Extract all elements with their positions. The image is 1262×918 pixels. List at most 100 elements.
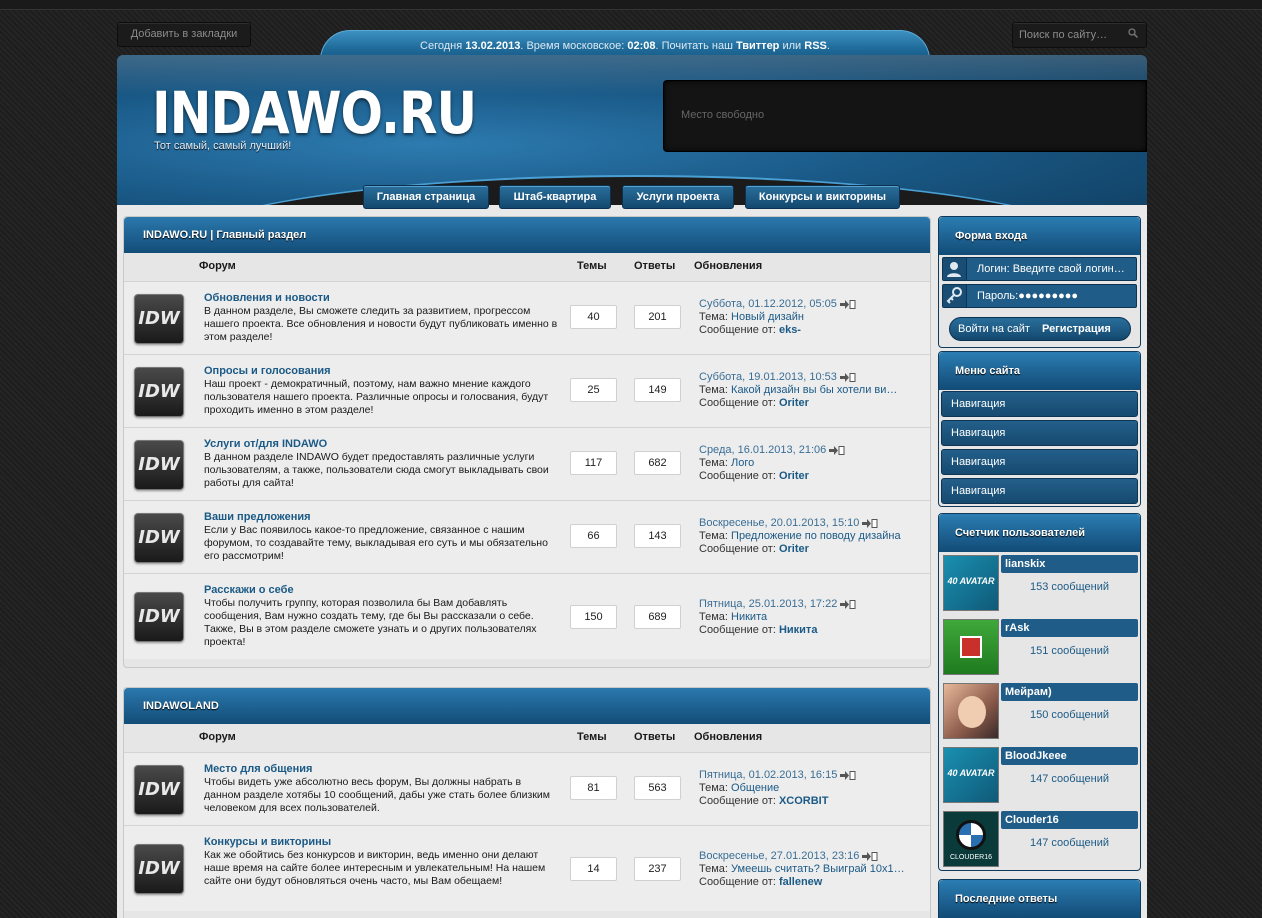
nav-headquarters[interactable]: Штаб-квартира [499,185,611,209]
user-posts: 150 сообщений [1030,709,1109,721]
forum-title[interactable]: Обновления и новости [204,292,330,304]
theme-link[interactable]: Умеешь считать? Выиграй 10х1… [731,863,905,875]
main-nav: Главная страница Штаб-квартира Услуги пр… [117,180,1147,210]
update-date: Воскресенье, 27.01.2013, 23:16 [699,850,860,862]
col-updates: Обновления [694,731,763,743]
nav-contests[interactable]: Конкурсы и викторины [745,185,900,209]
forum-row: IDW Ваши предложения Если у Вас появилос… [124,500,930,573]
password-value: ●●●●●●●●● [1018,290,1079,302]
forum-row: IDW Место для общения Чтобы видеть уже а… [124,752,930,825]
theme-link[interactable]: Какой дизайн вы бы хотели ви… [731,384,897,396]
bookmark-button[interactable]: Добавить в закладки [117,22,251,47]
user-icon [943,258,967,280]
forum-icon[interactable]: IDW [134,294,184,344]
forum-row: IDW Обновления и новости В данном раздел… [124,281,930,354]
section-title[interactable]: INDAWOLAND [124,688,930,724]
login-text: Логин: Введите свой логин… [977,263,1125,275]
theme-link[interactable]: Новый дизайн [731,311,804,323]
forum-icon[interactable]: IDW [134,844,184,894]
go-to-post-icon[interactable] [840,599,856,609]
author-link[interactable]: fallenew [779,876,822,888]
menu-item-navigation[interactable]: Навигация [941,420,1138,446]
forum-icon[interactable]: IDW [134,513,184,563]
col-forum: Форум [199,260,236,272]
replies-count: 201 [634,305,681,329]
go-to-post-icon[interactable] [840,770,856,780]
theme-label: Тема: [699,611,728,623]
go-to-post-icon[interactable] [839,372,856,382]
nav-services[interactable]: Услуги проекта [622,185,734,209]
rss-link[interactable]: RSS [804,40,827,52]
search-icon[interactable] [1128,28,1138,38]
user-entry: Мейрам) 150 сообщений [941,681,1138,741]
last-update: Пятница, 25.01.2013, 17:22 Тема: Никита … [699,598,924,637]
forum-description: В данном разделе, Вы сможете следить за … [204,305,558,343]
register-button[interactable]: Регистрация [1042,323,1111,335]
login-button[interactable]: Войти на сайт [958,323,1030,335]
user-name[interactable]: rAsk [1001,619,1138,637]
author-link[interactable]: Oriter [779,397,809,409]
forum-title[interactable]: Место для общения [204,763,312,775]
forum-title[interactable]: Опросы и голосования [204,365,331,377]
user-avatar[interactable]: 40 AVATAR [943,555,999,611]
author-link[interactable]: XCORBIT [779,795,829,807]
go-to-post-icon[interactable] [862,518,878,528]
site-slogan: Тот самый, самый лучший! [154,140,292,152]
theme-label: Тема: [699,311,728,323]
forum-row: IDW Расскажи о себе Чтобы получить групп… [124,573,930,659]
forum-title[interactable]: Расскажи о себе [204,584,294,596]
menu-item-navigation[interactable]: Навигация [941,449,1138,475]
user-name[interactable]: Clouder16 [1001,811,1138,829]
theme-link[interactable]: Лого [731,457,754,469]
go-to-post-icon[interactable] [862,851,878,861]
login-field[interactable]: Логин: Введите свой логин… [942,257,1137,281]
user-avatar[interactable]: 40 AVATAR [943,747,999,803]
author-link[interactable]: Oriter [779,543,809,555]
password-label: Пароль: [977,290,1019,302]
section-title[interactable]: INDAWO.RU | Главный раздел [124,217,930,253]
user-avatar[interactable]: CLOUDER16 [943,811,999,867]
user-name[interactable]: Мейрам) [1001,683,1138,701]
theme-link[interactable]: Предложение по поводу дизайна [731,530,901,542]
site-search [1012,22,1147,48]
twitter-link[interactable]: Твиттер [736,40,779,52]
user-entry: 40 AVATAR BloodJkeee 147 сообщений [941,745,1138,805]
menu-item-navigation[interactable]: Навигация [941,391,1138,417]
forum-section-indawoland: INDAWOLAND Форум Темы Ответы Обновления … [123,687,931,918]
message-label: Сообщение от: [699,543,776,555]
author-link[interactable]: Никита [779,624,817,636]
nav-home[interactable]: Главная страница [363,185,489,209]
replies-count: 143 [634,524,681,548]
current-date: 13.02.2013 [465,40,521,52]
forum-icon[interactable]: IDW [134,765,184,815]
col-topics: Темы [577,260,607,272]
user-counter-box: Счетчик пользователей 40 AVATAR lianskix… [938,513,1141,871]
theme-link[interactable]: Общение [731,782,779,794]
forum-title[interactable]: Услуги от/для INDAWO [204,438,327,450]
user-posts: 151 сообщений [1030,645,1109,657]
forum-icon[interactable]: IDW [134,592,184,642]
author-link[interactable]: Oriter [779,470,809,482]
user-name[interactable]: BloodJkeee [1001,747,1138,765]
password-field[interactable]: Пароль:●●●●●●●●● [942,284,1137,308]
forum-icon[interactable]: IDW [134,367,184,417]
go-to-post-icon[interactable] [839,299,856,309]
user-avatar[interactable] [943,683,999,739]
forum-description: Чтобы видеть уже абсолютно весь форум, В… [204,776,550,814]
message-label: Сообщение от: [699,795,776,807]
last-update: Воскресенье, 20.01.2013, 15:10 Тема: Пре… [699,517,924,556]
theme-link[interactable]: Никита [731,611,767,623]
go-to-post-icon[interactable] [829,445,845,455]
forum-title[interactable]: Ваши предложения [204,511,311,523]
user-avatar[interactable] [943,619,999,675]
ad-banner[interactable]: Место свободно [663,80,1147,152]
forum-title[interactable]: Конкурсы и викторины [204,836,331,848]
forum-icon[interactable]: IDW [134,440,184,490]
menu-title: Меню сайта [939,352,1140,390]
author-link[interactable]: eks- [779,324,801,336]
search-input[interactable] [1013,23,1123,47]
col-forum: Форум [199,731,236,743]
menu-item-navigation[interactable]: Навигация [941,478,1138,504]
user-name[interactable]: lianskix [1001,555,1138,573]
site-logo[interactable]: INDAWO.RU [152,80,477,147]
